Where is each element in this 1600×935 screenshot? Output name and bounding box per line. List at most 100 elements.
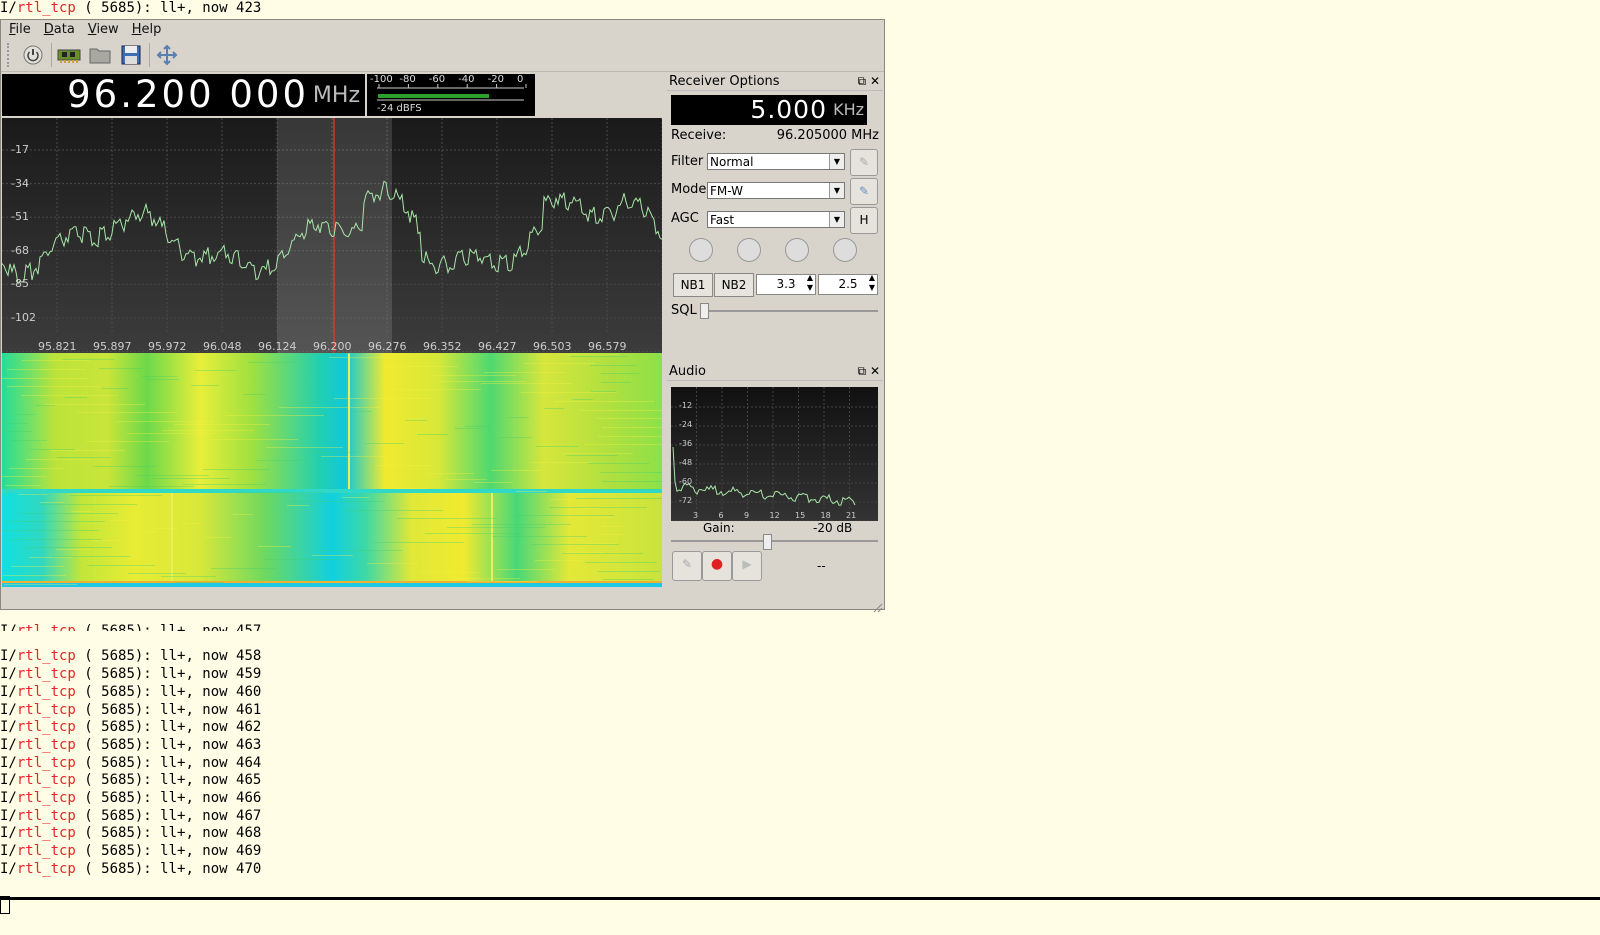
frequency-display[interactable]: 96.200 000 MHz: [2, 74, 365, 116]
close-icon[interactable]: ✕: [870, 364, 880, 378]
spectrum-x-tick: 96.579: [588, 340, 627, 353]
float-icon[interactable]: ⧉: [858, 74, 867, 88]
receiver-options-panel: Receiver Options ⧉ ✕ 5.000 KHz Receive: …: [667, 73, 883, 363]
chevron-down-icon: ▼: [829, 183, 844, 198]
agc-select[interactable]: Fast ▼: [707, 211, 845, 228]
receive-label: Receive:: [671, 128, 727, 143]
audio-panel: Audio ⧉ ✕ -12 -24 -36 -48 -60 -72 3 6 9 12 15 18 21 …: [667, 363, 883, 608]
wrench-icon: ✎: [858, 155, 870, 169]
terminal-line: I/rtl_tcp ( 5685): ll+, now 457: [0, 622, 262, 631]
mode-label: Mode: [671, 182, 707, 197]
toolbar-grip[interactable]: [7, 43, 14, 67]
resize-grip-icon[interactable]: [873, 598, 883, 613]
menu-file[interactable]: File: [9, 22, 31, 37]
agc-label: AGC: [671, 211, 699, 226]
meter-tick-label: -80: [399, 74, 416, 85]
record-icon: ●: [710, 556, 724, 572]
filter-label: Filter: [671, 154, 704, 169]
spectrum-x-tick: 95.897: [93, 340, 132, 353]
audio-fft-plot[interactable]: -12 -24 -36 -48 -60 -72 3 6 9 12 15 18 21: [671, 387, 878, 521]
frequency-unit: MHz: [312, 83, 360, 108]
play-button[interactable]: ▶: [732, 551, 762, 581]
bandwidth-display[interactable]: 5.000 KHz: [671, 95, 867, 125]
audio-y-tick: -60: [679, 477, 693, 486]
mode-options-button[interactable]: ✎: [850, 178, 878, 205]
power-icon[interactable]: [20, 42, 46, 68]
bandwidth-value[interactable]: 5.000: [750, 95, 827, 125]
audio-y-tick: -12: [679, 401, 693, 410]
spectrum-y-tick: -102: [11, 311, 36, 324]
meter-tick-label: -40: [458, 74, 475, 85]
spectrum-plot[interactable]: -17 -34 -51 -68 -85 -102 95.821 95.897 95.972 96…: [2, 118, 662, 353]
spectrum-y-tick: -34: [11, 176, 29, 190]
menu-data[interactable]: Data: [44, 22, 75, 37]
float-icon[interactable]: ⧉: [858, 364, 867, 378]
audio-options-button[interactable]: ✎: [672, 551, 702, 581]
audio-y-tick: -48: [679, 458, 693, 467]
terminal-line: I/rtl_tcp ( 5685): ll+, now 461: [0, 701, 262, 718]
folder-icon[interactable]: [87, 42, 113, 68]
terminal-line: I/rtl_tcp ( 5685): ll+, now 423: [0, 0, 262, 16]
nb1-button[interactable]: NB1: [673, 273, 713, 297]
agc-slope-knob[interactable]: [737, 238, 761, 262]
terminal-line: I/rtl_tcp ( 5685): ll+, now 467: [0, 807, 262, 824]
frequency-value[interactable]: 96.200 000: [67, 74, 309, 116]
terminal-line: I/rtl_tcp ( 5685): ll+, now 460: [0, 683, 262, 700]
audio-x-tick: 3: [693, 511, 699, 520]
close-icon[interactable]: ✕: [870, 74, 880, 88]
fullscreen-icon[interactable]: [154, 42, 180, 68]
filter-options-button[interactable]: ✎: [850, 149, 878, 176]
spectrum-y-tick: -68: [11, 243, 29, 257]
audio-spectrum-trace: [672, 446, 856, 506]
signal-meter: -100 -80 -60 -40 -20 0 -24 dBFS: [367, 74, 535, 116]
terminal-line: I/rtl_tcp ( 5685): ll+, now 463: [0, 736, 262, 753]
nb2-button[interactable]: NB2: [714, 273, 754, 297]
audio-x-tick: 6: [718, 511, 724, 520]
gain-label: Gain:: [703, 521, 735, 535]
record-button[interactable]: ●: [702, 551, 732, 581]
meter-tick-label: 0: [517, 74, 524, 85]
signal-level-bar: [378, 94, 489, 98]
terminal-line: I/rtl_tcp ( 5685): ll+, now 470: [0, 860, 262, 877]
terminal-line: I/rtl_tcp ( 5685): ll+, now 462: [0, 719, 262, 736]
audio-x-tick: 21: [846, 511, 857, 520]
spectrum-x-tick: 96.200: [313, 340, 352, 353]
agc-threshold-knob[interactable]: [689, 238, 713, 262]
spectrum-x-tick: 96.427: [478, 340, 517, 353]
spectrum-y-tick: -85: [11, 277, 29, 291]
mode-select[interactable]: FM-W ▼: [707, 182, 845, 199]
menu-bar: File Data View Help: [1, 20, 884, 39]
bandwidth-unit: KHz: [833, 100, 864, 119]
terminal-line: I/rtl_tcp ( 5685): ll+, now 465: [0, 772, 262, 789]
filter-select[interactable]: Normal ▼: [707, 153, 845, 170]
nb2-threshold-spinbox[interactable]: 2.5 ▲ ▼: [818, 273, 878, 295]
gain-slider-track[interactable]: [671, 540, 878, 542]
gqrx-window: File Data View Help 96.200 000 MHz -100 …: [0, 19, 885, 613]
spin-arrows-icon: ▲ ▼: [806, 273, 813, 292]
audio-title: Audio ⧉ ✕: [667, 363, 883, 381]
spectrum-x-tick: 96.352: [423, 340, 462, 353]
nb1-threshold-spinbox[interactable]: 3.3 ▲ ▼: [756, 273, 816, 295]
signal-level-label: -24 dBFS: [377, 103, 422, 114]
agc-decay-knob[interactable]: [785, 238, 809, 262]
sql-slider-track[interactable]: [703, 310, 878, 312]
gain-slider-handle[interactable]: [763, 534, 772, 550]
agc-gain-knob[interactable]: [833, 238, 857, 262]
hardware-icon[interactable]: [56, 42, 82, 68]
spectrum-y-tick: -51: [11, 210, 29, 224]
terminal-line: I/rtl_tcp ( 5685): ll+, now 459: [0, 666, 262, 683]
audio-x-tick: 18: [820, 511, 831, 520]
terminal-line: I/rtl_tcp ( 5685): ll+, now 468: [0, 825, 262, 842]
menu-help[interactable]: Help: [132, 22, 162, 37]
audio-y-tick: -72: [679, 496, 693, 505]
spectrum-x-tick: 96.276: [368, 340, 407, 353]
spectrum-x-tick: 95.972: [148, 340, 187, 353]
waterfall-display[interactable]: [2, 353, 696, 587]
save-icon[interactable]: [118, 42, 144, 68]
agc-hang-button[interactable]: H: [850, 207, 878, 234]
sql-slider-handle[interactable]: [700, 303, 709, 319]
audio-x-tick: 12: [769, 511, 780, 520]
audio-x-tick: 9: [744, 511, 750, 520]
meter-tick-label: -100: [370, 74, 393, 85]
menu-view[interactable]: View: [88, 22, 119, 37]
